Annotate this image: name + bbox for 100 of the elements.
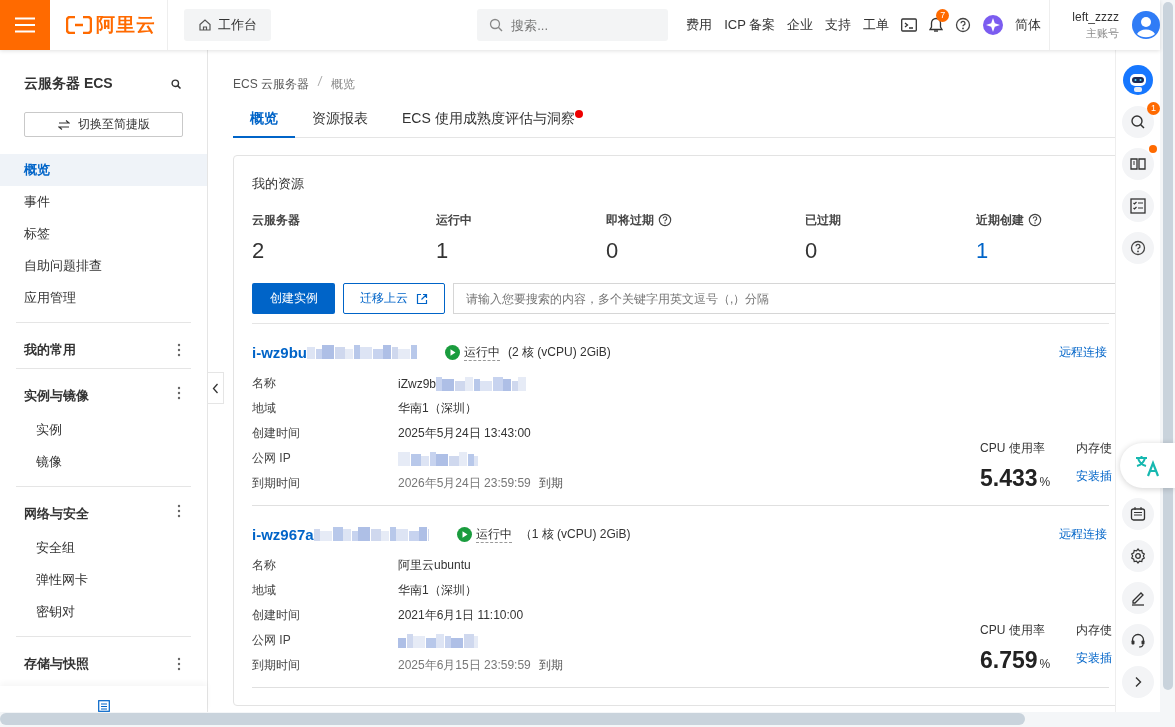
- sidebar-item[interactable]: 弹性网卡: [16, 564, 191, 596]
- horizontal-scrollbar[interactable]: [0, 713, 1025, 725]
- metric-label: CPU 使用率: [980, 622, 1046, 639]
- stat-label: 近期创建: [976, 212, 1024, 229]
- workbench-button[interactable]: 工作台: [184, 9, 271, 41]
- sparkle-icon[interactable]: [983, 15, 1004, 35]
- help-icon[interactable]: [955, 17, 972, 33]
- more-icon[interactable]: [177, 657, 181, 671]
- sidebar-title: 云服务器 ECS: [24, 75, 113, 93]
- breadcrumb-link[interactable]: 概览: [331, 74, 355, 94]
- metric-value: 5.433: [980, 464, 1038, 492]
- swap-icon: [57, 119, 70, 130]
- nav-link[interactable]: ICP 备案: [724, 16, 776, 34]
- switch-version-button[interactable]: 切换至简捷版: [24, 112, 183, 137]
- create-instance-button[interactable]: 创建实例: [252, 283, 335, 314]
- help-icon[interactable]: [658, 213, 672, 227]
- menu-button[interactable]: [0, 0, 50, 50]
- group-heading[interactable]: 存储与快照: [24, 654, 89, 674]
- nav-link[interactable]: 费用: [686, 16, 713, 34]
- translate-icon: [1134, 454, 1161, 477]
- install-plugin-link[interactable]: 安装插: [1076, 468, 1112, 485]
- field-label: 创建时间: [252, 425, 301, 442]
- tab[interactable]: 概览: [233, 102, 295, 138]
- user-name[interactable]: left_zzzz: [1072, 9, 1119, 24]
- search-icon: [489, 18, 504, 32]
- field-suffix: 到期: [538, 657, 563, 674]
- stat-label: 已过期: [805, 212, 841, 229]
- notification-badge: 1: [1147, 102, 1160, 115]
- stat-value: 1: [436, 237, 450, 265]
- group-heading[interactable]: 实例与镜像: [24, 386, 89, 406]
- instance-id-link[interactable]: i-wz967a: [252, 525, 314, 543]
- group-heading[interactable]: 我的常用: [24, 340, 76, 360]
- instance-spec: (2 核 (vCPU) 2GiB): [508, 343, 611, 361]
- toolbar-button[interactable]: [1122, 624, 1154, 656]
- remote-connect-link[interactable]: 远程连接: [1059, 525, 1107, 543]
- sidebar-item[interactable]: 应用管理: [0, 282, 207, 314]
- tab[interactable]: ECS 使用成熟度评估与洞察: [385, 102, 592, 138]
- more-icon[interactable]: [177, 343, 181, 357]
- account-type: 主账号: [1086, 25, 1119, 41]
- more-icon[interactable]: [177, 504, 181, 518]
- checklist-icon: [1130, 198, 1146, 214]
- migrate-button[interactable]: 迁移上云: [343, 283, 445, 314]
- install-plugin-link[interactable]: 安装插: [1076, 650, 1112, 667]
- toolbar-button[interactable]: [1122, 582, 1154, 614]
- list-icon[interactable]: [97, 700, 110, 712]
- metric-label: 内存使: [1076, 622, 1112, 639]
- terminal-icon[interactable]: [901, 18, 918, 32]
- pencil-icon: [1130, 590, 1146, 606]
- status-text: 运行中: [475, 525, 512, 543]
- nav-link[interactable]: 支持: [825, 16, 852, 34]
- nav-link[interactable]: 企业: [787, 16, 814, 34]
- sidebar-item[interactable]: 镜像: [16, 446, 191, 478]
- sidebar-item[interactable]: 自助问题排查: [0, 250, 207, 282]
- sidebar-item[interactable]: 实例: [16, 414, 191, 446]
- field-label: 公网 IP: [252, 450, 292, 467]
- brand-name: 阿里云: [96, 13, 156, 37]
- collapse-button[interactable]: [208, 372, 224, 404]
- logo-icon: [66, 16, 92, 34]
- tab[interactable]: 资源报表: [295, 102, 385, 138]
- toolbar-button[interactable]: [1122, 106, 1154, 138]
- settings-icon: [1130, 548, 1146, 564]
- toolbar-button[interactable]: [1122, 232, 1154, 264]
- stat-value: 0: [805, 237, 819, 265]
- field-value: 华南1（深圳）: [398, 400, 477, 417]
- group-heading[interactable]: 网络与安全: [24, 504, 89, 524]
- sidebar-item[interactable]: 事件: [0, 186, 207, 218]
- toolbar-button[interactable]: [1122, 148, 1154, 180]
- sidebar-item[interactable]: 密钥对: [16, 596, 191, 628]
- instance-spec: （1 核 (vCPU) 2GiB): [519, 525, 631, 543]
- bell-icon[interactable]: [929, 17, 944, 33]
- stat-value[interactable]: 1: [976, 236, 1115, 266]
- nav-link[interactable]: 工单: [863, 16, 890, 34]
- search-field[interactable]: 请输入您要搜索的内容，多个关键字用英文逗号（,）分隔: [453, 283, 1115, 314]
- stat-label: 运行中: [436, 212, 472, 229]
- stat-label: 云服务器: [252, 212, 300, 229]
- nav-link[interactable]: 简体: [1015, 16, 1042, 34]
- instance-id-link[interactable]: i-wz9bu: [252, 343, 307, 361]
- toolbar-button[interactable]: [1122, 498, 1154, 530]
- sidebar-item[interactable]: 安全组: [16, 532, 191, 564]
- metric-label: CPU 使用率: [980, 440, 1046, 457]
- avatar-icon[interactable]: [1132, 11, 1160, 39]
- field-value: 2021年6月1日 11:10:00: [398, 607, 524, 624]
- chevron-right-icon: [1133, 676, 1143, 688]
- field-value: iZwz9b: [398, 376, 436, 391]
- remote-connect-link[interactable]: 远程连接: [1059, 343, 1107, 361]
- search-field[interactable]: 搜索...: [477, 9, 669, 41]
- field-label: 地域: [252, 400, 277, 417]
- metric-label: 内存使: [1076, 440, 1112, 457]
- field-label: 公网 IP: [252, 632, 292, 649]
- headset-icon: [1130, 632, 1146, 648]
- sidebar-item[interactable]: 标签: [0, 218, 207, 250]
- sidebar-item[interactable]: 概览: [0, 154, 207, 186]
- field-label: 名称: [252, 557, 277, 574]
- breadcrumb-link[interactable]: ECS 云服务器: [233, 74, 309, 94]
- vertical-scrollbar[interactable]: [1162, 2, 1173, 690]
- more-icon[interactable]: [177, 386, 181, 400]
- search-icon[interactable]: [171, 79, 181, 89]
- help-icon[interactable]: [1028, 213, 1042, 227]
- toolbar-button[interactable]: [1122, 540, 1154, 572]
- robot-icon[interactable]: [1123, 65, 1153, 95]
